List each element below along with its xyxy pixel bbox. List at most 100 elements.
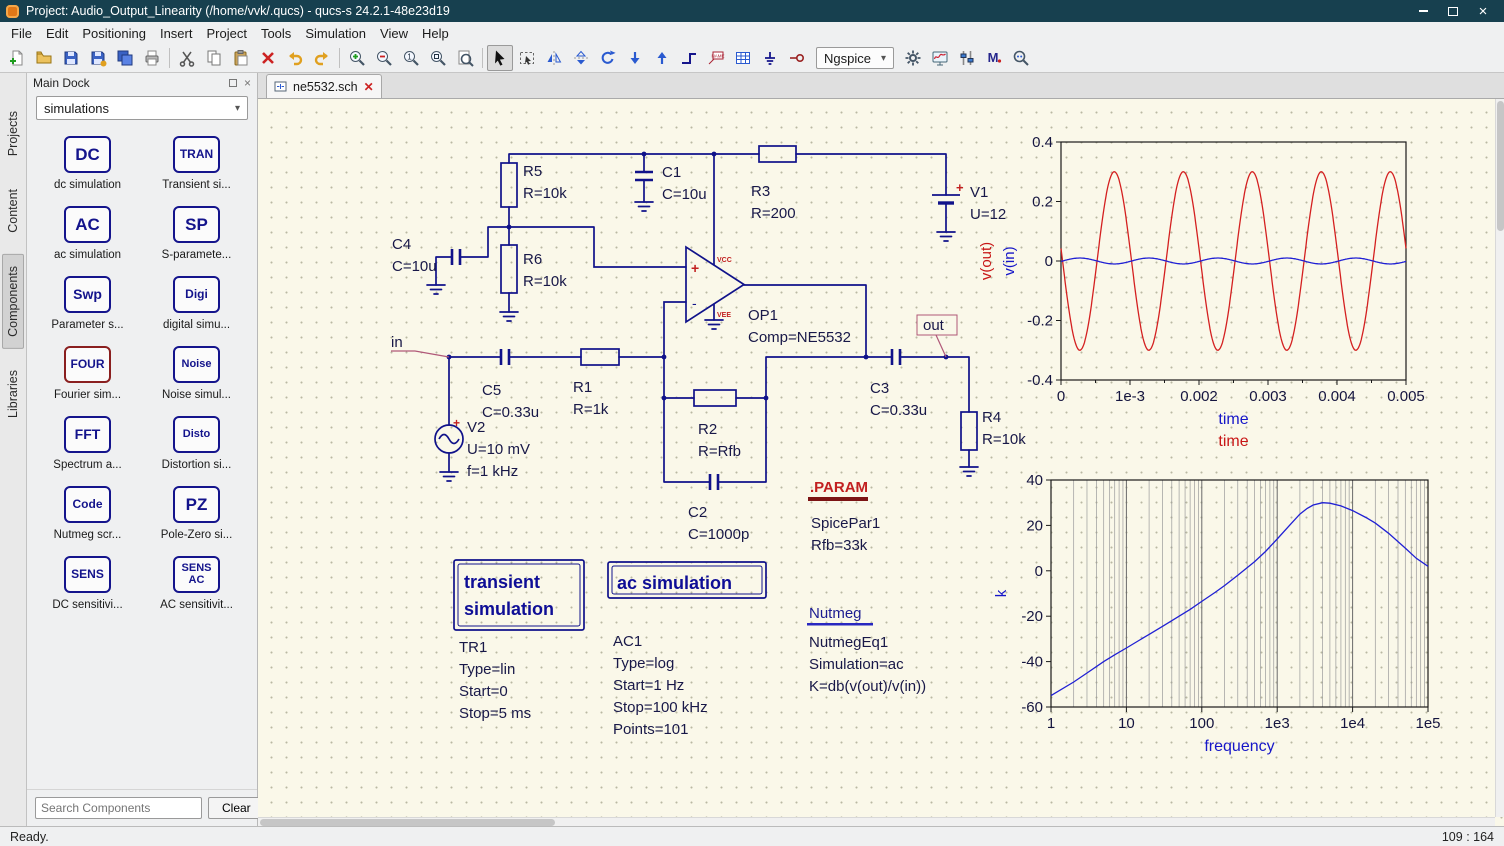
swp-icon[interactable]: Swp [64, 276, 111, 313]
digi-icon[interactable]: Digi [173, 276, 220, 313]
fft-icon[interactable]: FFT [64, 416, 111, 453]
save-button[interactable] [58, 45, 84, 71]
resistor-R3[interactable]: R3 R=200 [751, 145, 797, 222]
node-label-in[interactable]: in [391, 334, 450, 358]
close-dock-icon[interactable]: × [244, 76, 251, 90]
resistor-R4[interactable]: R4 R=10k [960, 409, 1026, 451]
node-label-button[interactable]: NAME [703, 45, 729, 71]
dc-icon[interactable]: DC [64, 136, 111, 173]
tuner-button[interactable] [954, 45, 980, 71]
close-button[interactable]: × [1468, 0, 1498, 22]
insert-ground-button[interactable] [757, 45, 783, 71]
dock-tab-components[interactable]: Components [2, 253, 24, 349]
menu-view[interactable]: View [373, 24, 415, 43]
code-icon[interactable]: Code [64, 486, 111, 523]
rotate-button[interactable] [595, 45, 621, 71]
schematic-canvas[interactable]: R5 R=10k C1 C=10u R3 R=200 + V1 U=12 C4 … [258, 99, 1504, 826]
sens-icon[interactable]: SENS [64, 556, 111, 593]
mirror-y-button[interactable] [541, 45, 567, 71]
simulator-select[interactable]: Ngspice ▾ [816, 47, 894, 69]
clear-button[interactable]: Clear [208, 797, 265, 819]
push-down-button[interactable] [622, 45, 648, 71]
save-all-button[interactable] [112, 45, 138, 71]
maximize-button[interactable] [1438, 0, 1468, 22]
menu-positioning[interactable]: Positioning [75, 24, 153, 43]
horizontal-scrollbar[interactable] [258, 817, 1495, 826]
cut-button[interactable] [174, 45, 200, 71]
dock-tab-libraries[interactable]: Libraries [2, 358, 24, 430]
resistor-R2[interactable]: R2 R=Rfb [693, 389, 741, 460]
print-button[interactable] [139, 45, 165, 71]
tran-icon[interactable]: TRAN [173, 136, 220, 173]
find-button[interactable] [1008, 45, 1034, 71]
menu-file[interactable]: File [4, 24, 39, 43]
zoom-in-button[interactable] [344, 45, 370, 71]
new-file-button[interactable] [4, 45, 30, 71]
minimize-button[interactable] [1408, 0, 1438, 22]
pointer-tool-button[interactable] [487, 45, 513, 71]
capacitor-C4[interactable]: C4 C=10u [392, 236, 462, 275]
open-file-button[interactable] [31, 45, 57, 71]
show-netlist-button[interactable]: M [981, 45, 1007, 71]
tab-ne5532-sch[interactable]: ne5532.sch ✕ [266, 74, 382, 98]
dock-tab-content[interactable]: Content [2, 177, 24, 245]
capacitor-C1[interactable]: C1 C=10u [635, 164, 707, 203]
menu-simulation[interactable]: Simulation [298, 24, 373, 43]
spice-param-block[interactable]: .PARAM SpicePar1 Rfb=33k [808, 479, 880, 554]
menu-project[interactable]: Project [199, 24, 253, 43]
view-data-button[interactable] [927, 45, 953, 71]
capacitor-C3[interactable]: C3 C=0.33u [870, 349, 927, 419]
category-select[interactable]: simulations ▾ [36, 96, 248, 120]
capacitor-C5[interactable]: C5 C=0.33u [482, 349, 539, 421]
zoom-page-button[interactable] [452, 45, 478, 71]
menu-edit[interactable]: Edit [39, 24, 75, 43]
simulation-settings-button[interactable] [900, 45, 926, 71]
capacitor-C2[interactable]: C2 C=1000p [688, 474, 749, 543]
zoom-out-button[interactable] [371, 45, 397, 71]
mirror-x-button[interactable] [568, 45, 594, 71]
voltage-source-V1[interactable]: + V1 U=12 [932, 180, 1006, 223]
nutmeg-equation-block[interactable]: Nutmeg NutmegEq1 Simulation=ac K=db(v(ou… [807, 605, 926, 695]
schematic-svg[interactable]: R5 R=10k C1 C=10u R3 R=200 + V1 U=12 C4 … [258, 99, 1495, 817]
redo-button[interactable] [309, 45, 335, 71]
search-input[interactable] [35, 797, 202, 819]
insert-wire-button[interactable] [676, 45, 702, 71]
horizontal-scrollbar-thumb[interactable] [260, 819, 555, 826]
menu-insert[interactable]: Insert [153, 24, 200, 43]
select-area-button[interactable] [514, 45, 540, 71]
menu-help[interactable]: Help [415, 24, 456, 43]
save-as-button[interactable] [85, 45, 111, 71]
tab-close-icon[interactable]: ✕ [364, 81, 374, 93]
float-dock-icon[interactable] [228, 79, 237, 87]
pz-icon[interactable]: PZ [173, 486, 220, 523]
ac-simulation-block[interactable]: ac simulation AC1 Type=log Start=1 Hz St… [607, 561, 767, 738]
opamp-OP1[interactable]: + - VCC VEE OP1 Comp=NE5532 [685, 245, 851, 346]
menu-tools[interactable]: Tools [254, 24, 298, 43]
transient-simulation-block[interactable]: transient simulation TR1 Type=lin Start=… [453, 559, 585, 722]
resistor-R5[interactable]: R5 R=10k [500, 162, 567, 208]
insert-port-button[interactable] [784, 45, 810, 71]
undo-button[interactable] [282, 45, 308, 71]
four-icon[interactable]: FOUR [64, 346, 111, 383]
copy-button[interactable] [201, 45, 227, 71]
sens-ac-icon[interactable]: SENS AC [173, 556, 220, 593]
ac-icon[interactable]: AC [64, 206, 111, 243]
time-domain-chart[interactable]: 0.40.20-0.2-0.40 1e-3 0.002 0.003 0.004 0.005… [978, 134, 1425, 450]
vertical-scrollbar-thumb[interactable] [1497, 101, 1504, 231]
node-label-out[interactable]: out [916, 314, 958, 358]
insert-table-button[interactable] [730, 45, 756, 71]
dock-tab-projects[interactable]: Projects [2, 99, 24, 168]
zoom-1-button[interactable]: 1 [398, 45, 424, 71]
resistor-R6[interactable]: R6 R=10k [500, 244, 567, 294]
vertical-scrollbar[interactable] [1495, 99, 1504, 817]
push-up-button[interactable] [649, 45, 675, 71]
resistor-R1[interactable]: R1 R=1k [573, 348, 620, 418]
component-ac: AC ac simulation [33, 206, 142, 276]
zoom-fit-button[interactable] [425, 45, 451, 71]
disto-icon[interactable]: Disto [173, 416, 220, 453]
sp-icon[interactable]: SP [173, 206, 220, 243]
paste-button[interactable] [228, 45, 254, 71]
delete-button[interactable] [255, 45, 281, 71]
noise-icon[interactable]: Noise [173, 346, 220, 383]
frequency-response-chart[interactable]: 40 20 0 -20 -40 -601 10 100 1e3 1e4 1e5 frequency k [993, 472, 1441, 755]
